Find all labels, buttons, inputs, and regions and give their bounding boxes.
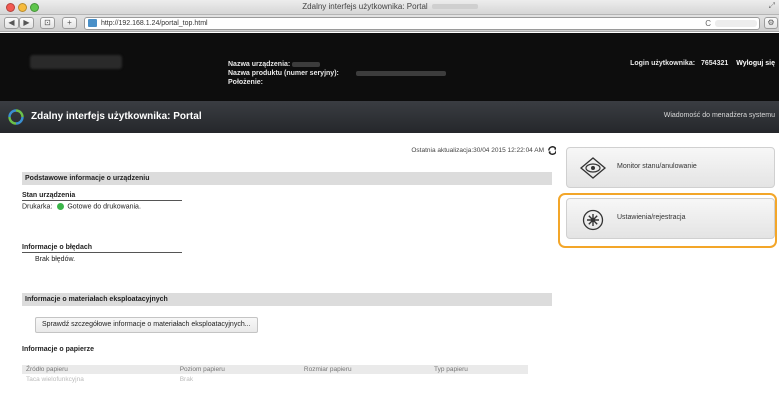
table-cell: Brak	[179, 376, 194, 383]
monitor-eye-icon	[579, 157, 607, 179]
status-monitor-label: Monitor stanu/anulowanie	[617, 163, 697, 170]
highlight-frame	[558, 193, 777, 248]
redacted-product-name	[356, 71, 446, 76]
window-title-bar: Zdalny interfejs użytkownika: Portal ⤢	[0, 0, 779, 15]
device-name-label: Nazwa urządzenia:	[228, 61, 291, 68]
device-header: Nazwa urządzenia: Nazwa produktu (numer …	[0, 33, 779, 101]
gear-icon[interactable]: ⚙	[764, 17, 778, 29]
last-update-text: Ostatnia aktualizacja:30/04 2015 12:22:0…	[411, 147, 544, 154]
paper-table: Źródło papieru Poziom papieru Rozmiar pa…	[22, 365, 528, 385]
printer-status-row: Drukarka: Gotowe do drukowania.	[22, 203, 141, 210]
paper-info-header: Informacje o papierze	[22, 346, 94, 353]
device-status-header: Stan urządzenia	[22, 192, 182, 201]
table-row: Taca wielofunkcyjna Brak	[22, 374, 528, 385]
url-text: http://192.168.1.24/portal_top.html	[100, 20, 208, 27]
admin-message-link[interactable]: Wiadomość do menadżera systemu	[664, 112, 775, 119]
site-favicon-icon	[88, 19, 97, 28]
table-cell	[430, 374, 528, 385]
product-name-label: Nazwa produktu (numer seryjny):	[228, 70, 339, 77]
maximize-window-icon[interactable]	[30, 3, 39, 12]
login-area: Login użytkownika: 7654321 Wyloguj się	[630, 60, 775, 67]
errors-header: Informacje o błędach	[22, 244, 182, 253]
resize-icon[interactable]: ⤢	[769, 1, 775, 11]
close-window-icon[interactable]	[6, 3, 15, 12]
column-header: Źródło papieru	[22, 365, 176, 374]
redacted-device-name	[292, 62, 320, 67]
column-header: Rozmiar papieru	[299, 365, 430, 374]
printer-status-text: Gotowe do drukowania.	[67, 203, 141, 211]
status-monitor-button[interactable]: Monitor stanu/anulowanie	[566, 147, 775, 188]
search-field[interactable]	[715, 20, 757, 27]
address-bar[interactable]: http://192.168.1.24/portal_top.html C	[84, 17, 760, 30]
window-title: Zdalny interfejs użytkownika: Portal	[240, 2, 540, 11]
browser-toolbar: ◀ ▶ ⊡ + http://192.168.1.24/portal_top.h…	[0, 15, 779, 32]
device-info-labels: Nazwa urządzenia: Nazwa produktu (numer …	[228, 60, 339, 87]
reload-icon[interactable]: C	[705, 18, 711, 29]
redacted-text	[431, 4, 478, 10]
login-label: Login użytkownika:	[630, 60, 696, 67]
portal-title: Zdalny interfejs użytkownika: Portal	[31, 111, 202, 122]
device-logo	[30, 55, 122, 69]
consumables-section-header: Informacje o materiałach eksploatacyjnyc…	[22, 293, 552, 306]
logout-link[interactable]: Wyloguj się	[736, 60, 775, 67]
printer-label: Drukarka:	[22, 203, 53, 211]
table-header-row: Źródło papieru Poziom papieru Rozmiar pa…	[22, 365, 528, 374]
portal-bar: Zdalny interfejs użytkownika: Portal Wia…	[0, 101, 779, 133]
table-cell	[300, 374, 430, 385]
errors-text: Brak błędów.	[35, 256, 76, 263]
refresh-icon[interactable]	[547, 145, 556, 156]
column-header: Typ papieru	[429, 365, 528, 374]
basic-info-section-header: Podstawowe informacje o urządzeniu	[22, 172, 552, 185]
sidebar-icon[interactable]: ⊡	[40, 17, 55, 29]
add-bookmark-icon[interactable]: +	[62, 17, 77, 29]
location-label: Położenie:	[228, 79, 264, 86]
column-header: Poziom papieru	[175, 365, 300, 374]
login-value: 7654321	[701, 60, 729, 67]
minimize-window-icon[interactable]	[18, 3, 27, 12]
forward-icon[interactable]: ▶	[19, 17, 34, 29]
table-cell: Taca wielofunkcyjna	[26, 376, 84, 383]
back-icon[interactable]: ◀	[4, 17, 19, 29]
portal-logo-icon	[8, 109, 24, 125]
main-content: Ostatnia aktualizacja:30/04 2015 12:22:0…	[10, 140, 556, 405]
consumables-details-button[interactable]: Sprawdź szczegółowe informacje o materia…	[35, 317, 258, 333]
status-ready-icon	[57, 203, 65, 210]
